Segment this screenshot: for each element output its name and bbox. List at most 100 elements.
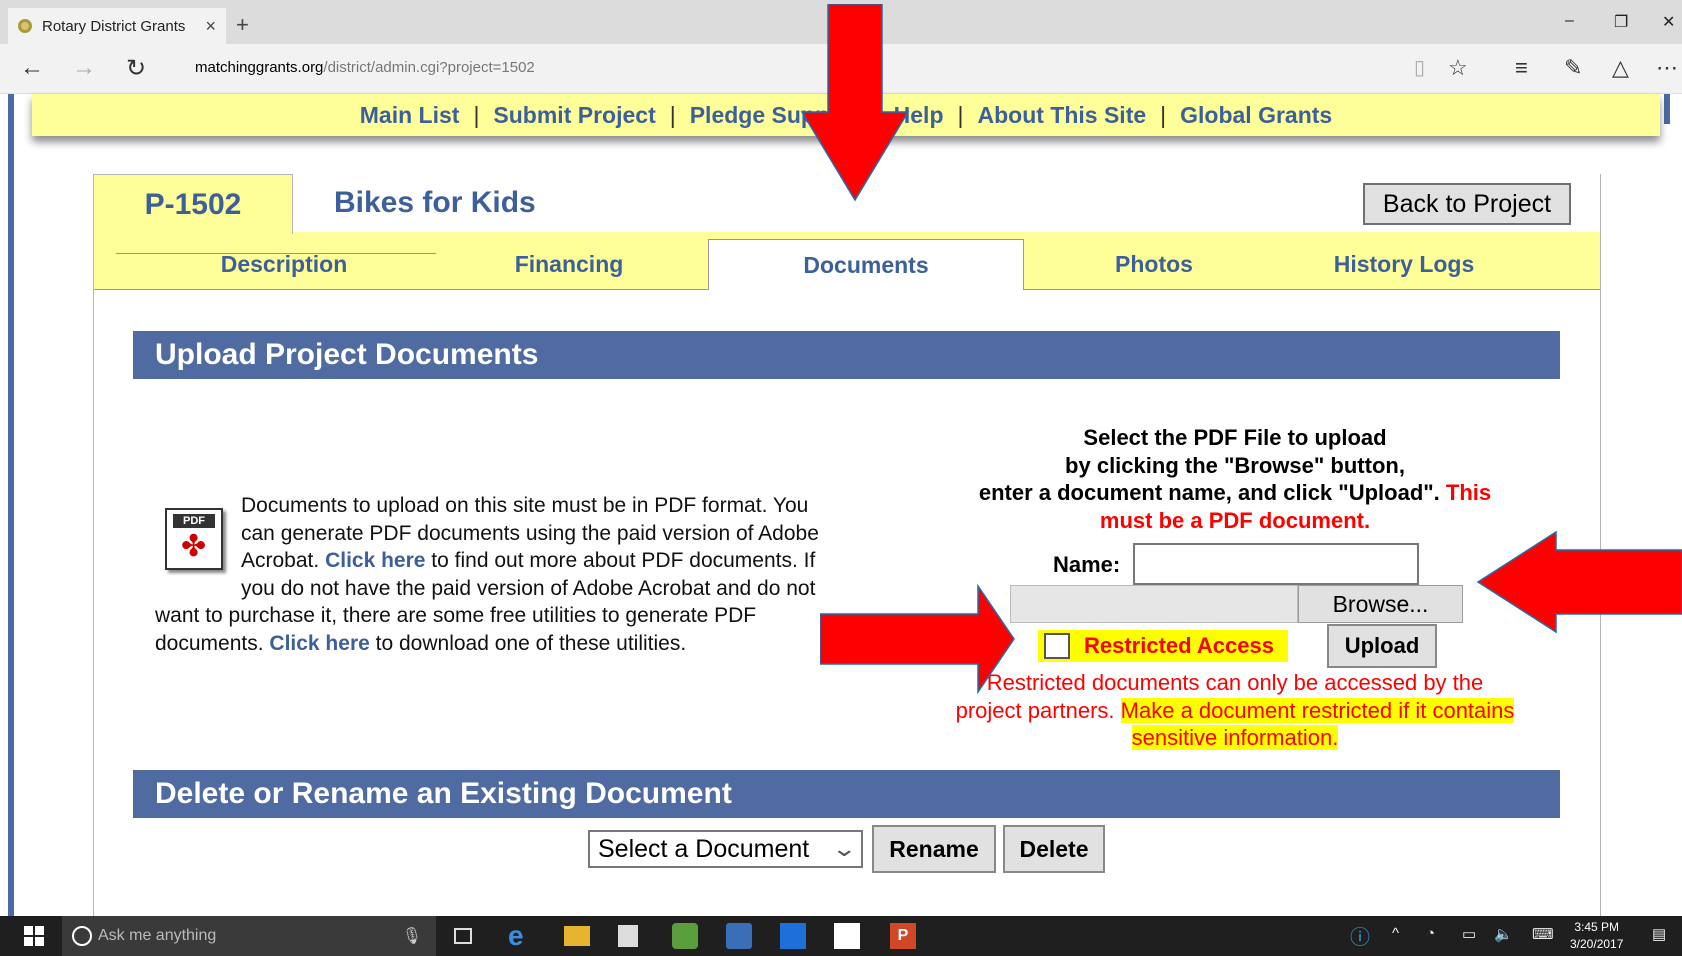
tab-title: Rotary District Grants [42, 17, 186, 35]
wifi-icon[interactable]: ◔ [1426, 925, 1435, 942]
favorite-star-icon[interactable]: ☆ [1448, 55, 1468, 81]
document-name-input[interactable] [1133, 543, 1419, 585]
project-name: Bikes for Kids [334, 186, 536, 219]
file-path-field[interactable] [1010, 585, 1298, 623]
nav-separator: | [669, 101, 676, 128]
photos-icon[interactable] [834, 923, 860, 949]
down-arrow-annotation [800, 4, 910, 202]
nav-about[interactable]: About This Site [977, 102, 1146, 129]
back-to-project-button[interactable]: Back to Project [1363, 183, 1571, 225]
new-tab-icon[interactable]: + [236, 12, 249, 38]
task-view-icon[interactable] [454, 928, 472, 944]
windows-start-icon[interactable] [24, 926, 44, 946]
network-app-icon[interactable] [726, 923, 752, 949]
upload-button[interactable]: Upload [1327, 624, 1437, 668]
instruction-line: by clicking the "Browse" button, [1065, 452, 1405, 478]
file-explorer-icon[interactable] [564, 926, 590, 946]
info-line: want to purchase it, there are some free… [155, 604, 757, 627]
tab-photos[interactable]: Photos [1049, 238, 1259, 290]
instruction-line: Select the PDF File to upload [1083, 425, 1387, 450]
nav-submit-project[interactable]: Submit Project [493, 102, 655, 129]
restore-icon[interactable]: ❐ [1614, 12, 1628, 32]
info-text: to find out more about PDF documents. If [431, 549, 816, 572]
battery-icon[interactable]: ▭ [1462, 925, 1476, 943]
info-line: Acrobat. Click here to find out more abo… [155, 547, 915, 575]
action-center-icon[interactable]: ▤ [1652, 925, 1666, 943]
window-close-icon[interactable]: ✕ [1662, 12, 1675, 32]
url-path: /district/admin.cgi?project=1502 [323, 59, 535, 76]
info-line: Documents to upload on this site must be… [241, 494, 809, 517]
info-line: documents. Click here to download one of… [155, 630, 915, 658]
microphone-icon[interactable]: 🎙 [402, 926, 422, 946]
pdf-info-link[interactable]: Click here [325, 549, 425, 572]
search-placeholder: Ask me anything [98, 927, 217, 944]
instruction-text: enter a document name, and click "Upload… [978, 480, 1440, 505]
forward-arrow-icon[interactable]: → [72, 54, 96, 82]
tab-divider [116, 253, 436, 254]
nav-main-list[interactable]: Main List [360, 102, 460, 129]
keyboard-icon[interactable]: ⌨ [1532, 925, 1554, 943]
rotary-favicon-icon [18, 19, 32, 33]
project-id-tab: P-1502 [93, 174, 293, 234]
right-border [1664, 94, 1670, 124]
document-select[interactable]: Select a Document ⌄ [588, 830, 863, 868]
restricted-access-checkbox[interactable] [1044, 633, 1070, 659]
nav-separator: | [473, 101, 480, 128]
pdf-info-text: Documents to upload on this site must be… [155, 492, 915, 657]
clock-date: 3/20/2017 [1570, 937, 1624, 951]
restricted-access-option: Restricted Access [1038, 630, 1288, 662]
info-text: to download one of these utilities. [375, 631, 687, 655]
edge-icon[interactable]: e [508, 922, 534, 950]
document-select-value: Select a Document [598, 834, 810, 863]
nav-global-grants[interactable]: Global Grants [1180, 102, 1332, 129]
info-text: Acrobat. [241, 549, 320, 572]
subtab-bar: Description Financing Documents Photos H… [94, 232, 1600, 290]
utilities-link[interactable]: Click here [269, 632, 369, 655]
chevron-down-icon: ⌄ [830, 836, 857, 861]
tab-financing[interactable]: Financing [434, 238, 704, 290]
browse-button[interactable]: Browse... [1298, 585, 1463, 623]
snip-tool-icon[interactable] [780, 923, 806, 949]
restricted-note-highlight: Make a document restricted if it contain… [1120, 697, 1515, 750]
rename-button[interactable]: Rename [872, 825, 996, 873]
cortana-search[interactable]: Ask me anything 🎙 [62, 916, 436, 956]
minimize-icon[interactable]: – [1565, 12, 1574, 30]
refresh-icon[interactable]: ↻ [126, 54, 146, 83]
store-icon[interactable] [618, 925, 638, 947]
hub-icon[interactable]: ≡ [1515, 55, 1528, 81]
page: Main List | Submit Project | Pledge Supp… [0, 4, 1682, 934]
tab-history-logs[interactable]: History Logs [1284, 238, 1524, 290]
name-label: Name: [1053, 552, 1121, 577]
volume-icon[interactable]: 🔈 [1494, 925, 1513, 943]
more-icon[interactable]: ⋯ [1656, 55, 1678, 81]
tab-description[interactable]: Description [164, 238, 404, 290]
reading-view-icon[interactable]: ▯ [1414, 55, 1425, 80]
back-arrow-icon[interactable]: ← [20, 54, 44, 82]
info-text: documents. [155, 631, 264, 655]
instruction-line: enter a document name, and click "Upload… [955, 479, 1515, 534]
info-line: you do not have the paid version of Adob… [241, 576, 816, 600]
right-arrow-annotation [820, 584, 1015, 694]
upload-section-heading: Upload Project Documents [133, 331, 1560, 379]
tab-close-icon[interactable]: × [205, 16, 216, 37]
web-note-icon[interactable]: ✎ [1564, 55, 1582, 81]
info-line: can generate PDF documents using the pai… [241, 521, 819, 545]
delete-button[interactable]: Delete [1003, 825, 1105, 873]
taskbar: Ask me anything 🎙 e P ⓘ ^ ◔ ▭ 🔈 ⌨ 3:45 P… [0, 916, 1682, 956]
system-clock[interactable]: 3:45 PM 3/20/2017 [1570, 919, 1623, 953]
show-hidden-icons[interactable]: ^ [1392, 925, 1399, 942]
restricted-note: Restricted documents can only be accesse… [955, 669, 1515, 752]
tab-documents[interactable]: Documents [708, 239, 1024, 290]
info-notification-icon[interactable]: ⓘ [1350, 921, 1370, 950]
nav-separator: | [1160, 101, 1167, 128]
browser-tab[interactable]: Rotary District Grants × [8, 8, 226, 44]
left-border [8, 94, 14, 916]
url-field[interactable]: matchinggrants.org/district/admin.cgi?pr… [195, 59, 535, 76]
left-arrow-annotation [1476, 530, 1682, 634]
cortana-icon [72, 926, 92, 946]
restricted-access-label: Restricted Access [1084, 633, 1274, 658]
share-icon[interactable]: △ [1612, 55, 1629, 81]
tripadvisor-icon[interactable] [672, 923, 698, 949]
powerpoint-icon[interactable]: P [890, 923, 916, 949]
nav-separator: | [957, 101, 964, 128]
